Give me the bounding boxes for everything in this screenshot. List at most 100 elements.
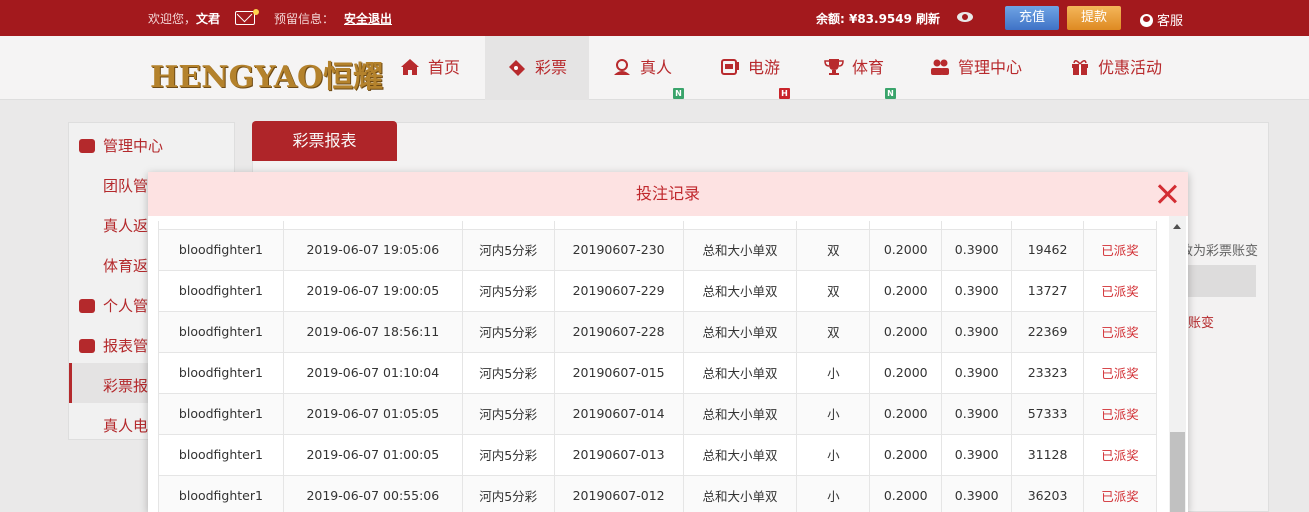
cell-issue: 20190607-015 — [553, 351, 684, 394]
customer-service-link[interactable]: 客服 — [1140, 10, 1183, 29]
cell-play: 总和大小单双 — [682, 392, 798, 435]
table-row[interactable]: bloodfighter1 2019-06-07 19:05:06 河内5分彩 201… — [158, 228, 1157, 271]
table-row-partial — [158, 221, 1157, 230]
cell-time: 2019-06-07 01:05:05 — [282, 392, 463, 435]
trophy-icon — [824, 39, 844, 75]
cell-issue: 20190607-229 — [553, 269, 684, 312]
close-icon[interactable] — [1157, 184, 1177, 204]
lottery-ticket-icon — [507, 39, 527, 76]
table-row[interactable]: bloodfighter1 2019-06-07 18:56:11 河内5分彩 201… — [158, 310, 1157, 353]
cell-time: 2019-06-07 18:56:11 — [282, 310, 463, 353]
eye-icon[interactable] — [957, 12, 973, 22]
cell-user: bloodfighter1 — [158, 351, 284, 394]
withdraw-button[interactable]: 提款 — [1067, 6, 1121, 30]
cell-user: bloodfighter1 — [158, 392, 284, 435]
cell-bet: 小 — [796, 474, 871, 512]
cell-amount: 0.2000 — [869, 392, 943, 435]
slot-machine-icon — [720, 39, 740, 75]
cell-bet: 双 — [796, 228, 871, 271]
cell-amount: 0.2000 — [869, 474, 943, 512]
table-row[interactable]: bloodfighter1 2019-06-07 00:55:06 河内5分彩 201… — [158, 474, 1157, 512]
cell-game: 河内5分彩 — [461, 474, 555, 512]
welcome-prefix: 欢迎您， — [148, 12, 197, 26]
cell-user: bloodfighter1 — [158, 228, 284, 271]
nav-label-management: 管理中心 — [958, 58, 1023, 77]
cell-issue: 20190607-014 — [553, 392, 684, 435]
nav-item-management[interactable]: 管理中心 — [930, 36, 1040, 100]
cell-play: 总和大小单双 — [682, 228, 798, 271]
cell-status: 已派奖 — [1083, 392, 1157, 435]
table-cell — [1011, 221, 1085, 230]
cell-issue: 20190607-228 — [553, 310, 684, 353]
new-badge: N — [885, 88, 896, 99]
cell-amount: 0.2000 — [869, 269, 943, 312]
cell-status: 已派奖 — [1083, 474, 1157, 512]
table-row[interactable]: bloodfighter1 2019-06-07 19:00:05 河内5分彩 201… — [158, 269, 1157, 312]
table-cell — [553, 221, 684, 230]
gift-icon — [1070, 39, 1090, 75]
mail-icon[interactable] — [235, 11, 255, 25]
bet-records-table: bloodfighter1 2019-06-07 19:05:06 河内5分彩 201… — [158, 216, 1157, 512]
cell-play: 总和大小单双 — [682, 269, 798, 312]
table-cell — [869, 221, 943, 230]
cell-play: 总和大小单双 — [682, 351, 798, 394]
cell-user: bloodfighter1 — [158, 433, 284, 476]
logo[interactable]: HENGYAO恒耀 — [150, 52, 383, 96]
cell-bet: 小 — [796, 351, 871, 394]
cell-number: 23323 — [1011, 351, 1085, 394]
nav-item-lottery[interactable]: 彩票 — [485, 36, 589, 100]
cell-odds: 0.3900 — [941, 433, 1013, 476]
scrollbar-thumb[interactable] — [1170, 432, 1185, 512]
cell-bet: 双 — [796, 310, 871, 353]
cell-bet: 小 — [796, 392, 871, 435]
users-icon — [930, 39, 950, 75]
table-cell — [796, 221, 871, 230]
nav-item-promotions[interactable]: 优惠活动 — [1070, 36, 1180, 100]
welcome-text: 欢迎您，文君 — [148, 10, 220, 27]
cell-issue: 20190607-230 — [553, 228, 684, 271]
headset-icon — [1140, 14, 1153, 27]
cell-game: 河内5分彩 — [461, 351, 555, 394]
logout-link[interactable]: 安全退出 — [344, 10, 392, 27]
cell-game: 河内5分彩 — [461, 269, 555, 312]
table-cell — [158, 221, 284, 230]
reserved-info-label: 预留信息： — [274, 12, 335, 26]
table-row[interactable]: bloodfighter1 2019-06-07 01:05:05 河内5分彩 201… — [158, 392, 1157, 435]
cell-game: 河内5分彩 — [461, 310, 555, 353]
top-bar: 欢迎您，文君 预留信息： 安全退出 余额: ¥83.9549 刷新 充值 提款 … — [0, 0, 1309, 36]
nav-item-home[interactable]: 首页 — [388, 36, 478, 100]
table-row[interactable]: bloodfighter1 2019-06-07 01:10:04 河内5分彩 201… — [158, 351, 1157, 394]
cell-status: 已派奖 — [1083, 228, 1157, 271]
table-cell — [282, 221, 463, 230]
recharge-button[interactable]: 充值 — [1005, 6, 1059, 30]
table-row[interactable]: bloodfighter1 2019-06-07 01:00:05 河内5分彩 201… — [158, 433, 1157, 476]
hot-badge: H — [779, 88, 790, 99]
cell-number: 22369 — [1011, 310, 1085, 353]
home-icon — [400, 39, 420, 75]
cell-issue: 20190607-013 — [553, 433, 684, 476]
cell-user: bloodfighter1 — [158, 269, 284, 312]
cell-time: 2019-06-07 00:55:06 — [282, 474, 463, 512]
modal-title: 投注记录 — [148, 172, 1188, 216]
live-dealer-icon — [612, 39, 632, 75]
cell-bet: 双 — [796, 269, 871, 312]
cell-game: 河内5分彩 — [461, 392, 555, 435]
cell-play: 总和大小单双 — [682, 433, 798, 476]
cell-user: bloodfighter1 — [158, 474, 284, 512]
cell-play: 总和大小单双 — [682, 310, 798, 353]
unread-dot-icon — [253, 9, 259, 15]
cell-number: 13727 — [1011, 269, 1085, 312]
cell-amount: 0.2000 — [869, 310, 943, 353]
cell-odds: 0.3900 — [941, 474, 1013, 512]
cell-bet: 小 — [796, 433, 871, 476]
cell-time: 2019-06-07 01:10:04 — [282, 351, 463, 394]
cell-status: 已派奖 — [1083, 269, 1157, 312]
nav-label-live: 真人 — [640, 58, 673, 77]
cell-game: 河内5分彩 — [461, 228, 555, 271]
table-cell — [941, 221, 1013, 230]
refresh-link[interactable]: 刷新 — [916, 10, 940, 27]
cell-odds: 0.3900 — [941, 269, 1013, 312]
scroll-up-arrow-icon[interactable] — [1173, 224, 1181, 229]
cell-number: 31128 — [1011, 433, 1085, 476]
cell-odds: 0.3900 — [941, 228, 1013, 271]
